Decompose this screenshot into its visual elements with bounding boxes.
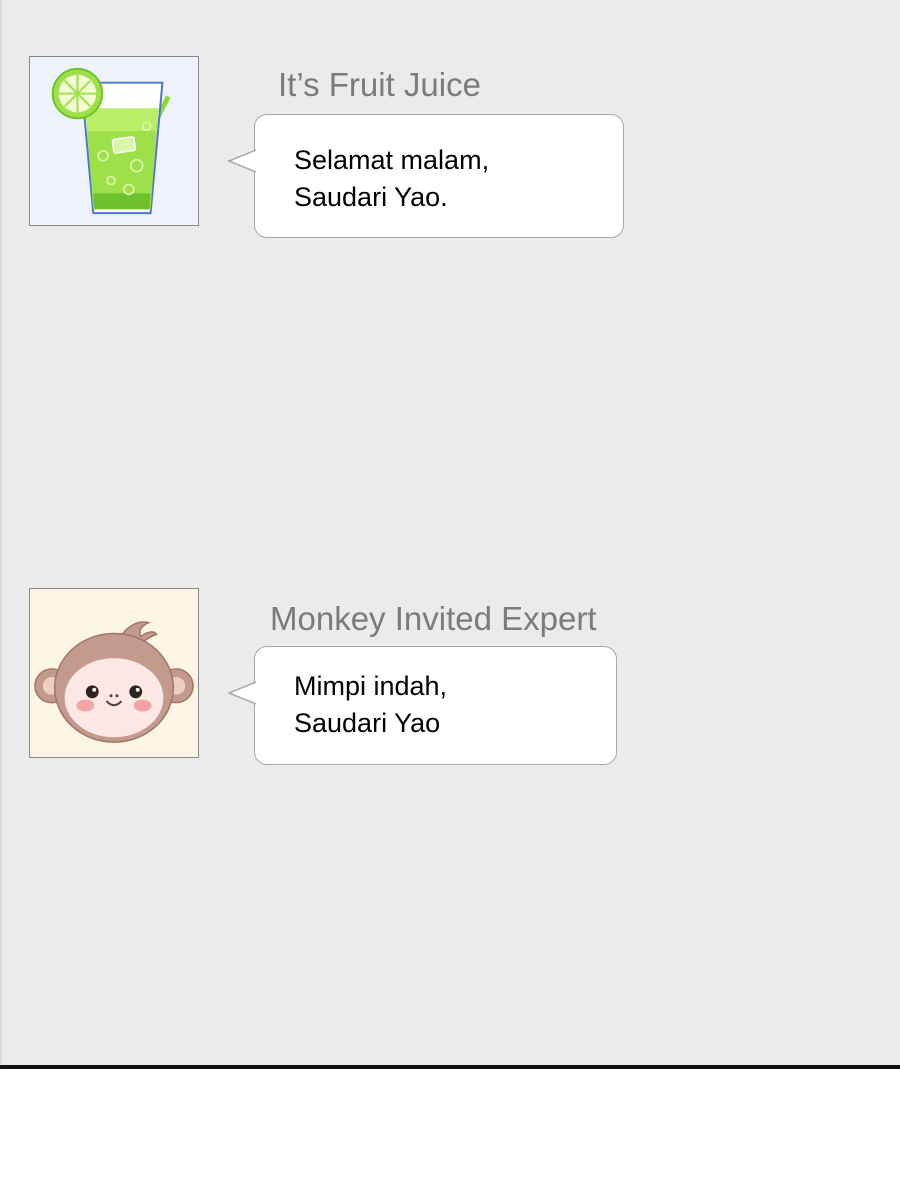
bubble-tail xyxy=(227,149,257,173)
monkey-face-icon xyxy=(30,589,198,757)
fruit-juice-glass-icon xyxy=(30,57,198,225)
bubble-tail xyxy=(227,681,257,705)
message-line: Selamat malam, xyxy=(294,145,490,175)
avatar[interactable] xyxy=(29,56,199,226)
message-text: Mimpi indah, Saudari Yao xyxy=(294,668,447,742)
sender-name: Monkey Invited Expert xyxy=(270,600,597,637)
message-line: Mimpi indah, xyxy=(294,671,448,701)
sender-name: It’s Fruit Juice xyxy=(278,66,481,103)
message-bubble[interactable]: Mimpi indah, Saudari Yao xyxy=(227,646,617,765)
divider xyxy=(0,1065,900,1069)
message-text: Selamat malam, Saudari Yao. xyxy=(294,142,489,216)
avatar[interactable] xyxy=(29,588,199,758)
chat-panel: It’s Fruit Juice Selamat malam, Saudari … xyxy=(0,0,900,1066)
message-line: Saudari Yao. xyxy=(294,182,448,212)
message-bubble[interactable]: Selamat malam, Saudari Yao. xyxy=(227,114,624,238)
message-line: Saudari Yao xyxy=(294,708,441,738)
